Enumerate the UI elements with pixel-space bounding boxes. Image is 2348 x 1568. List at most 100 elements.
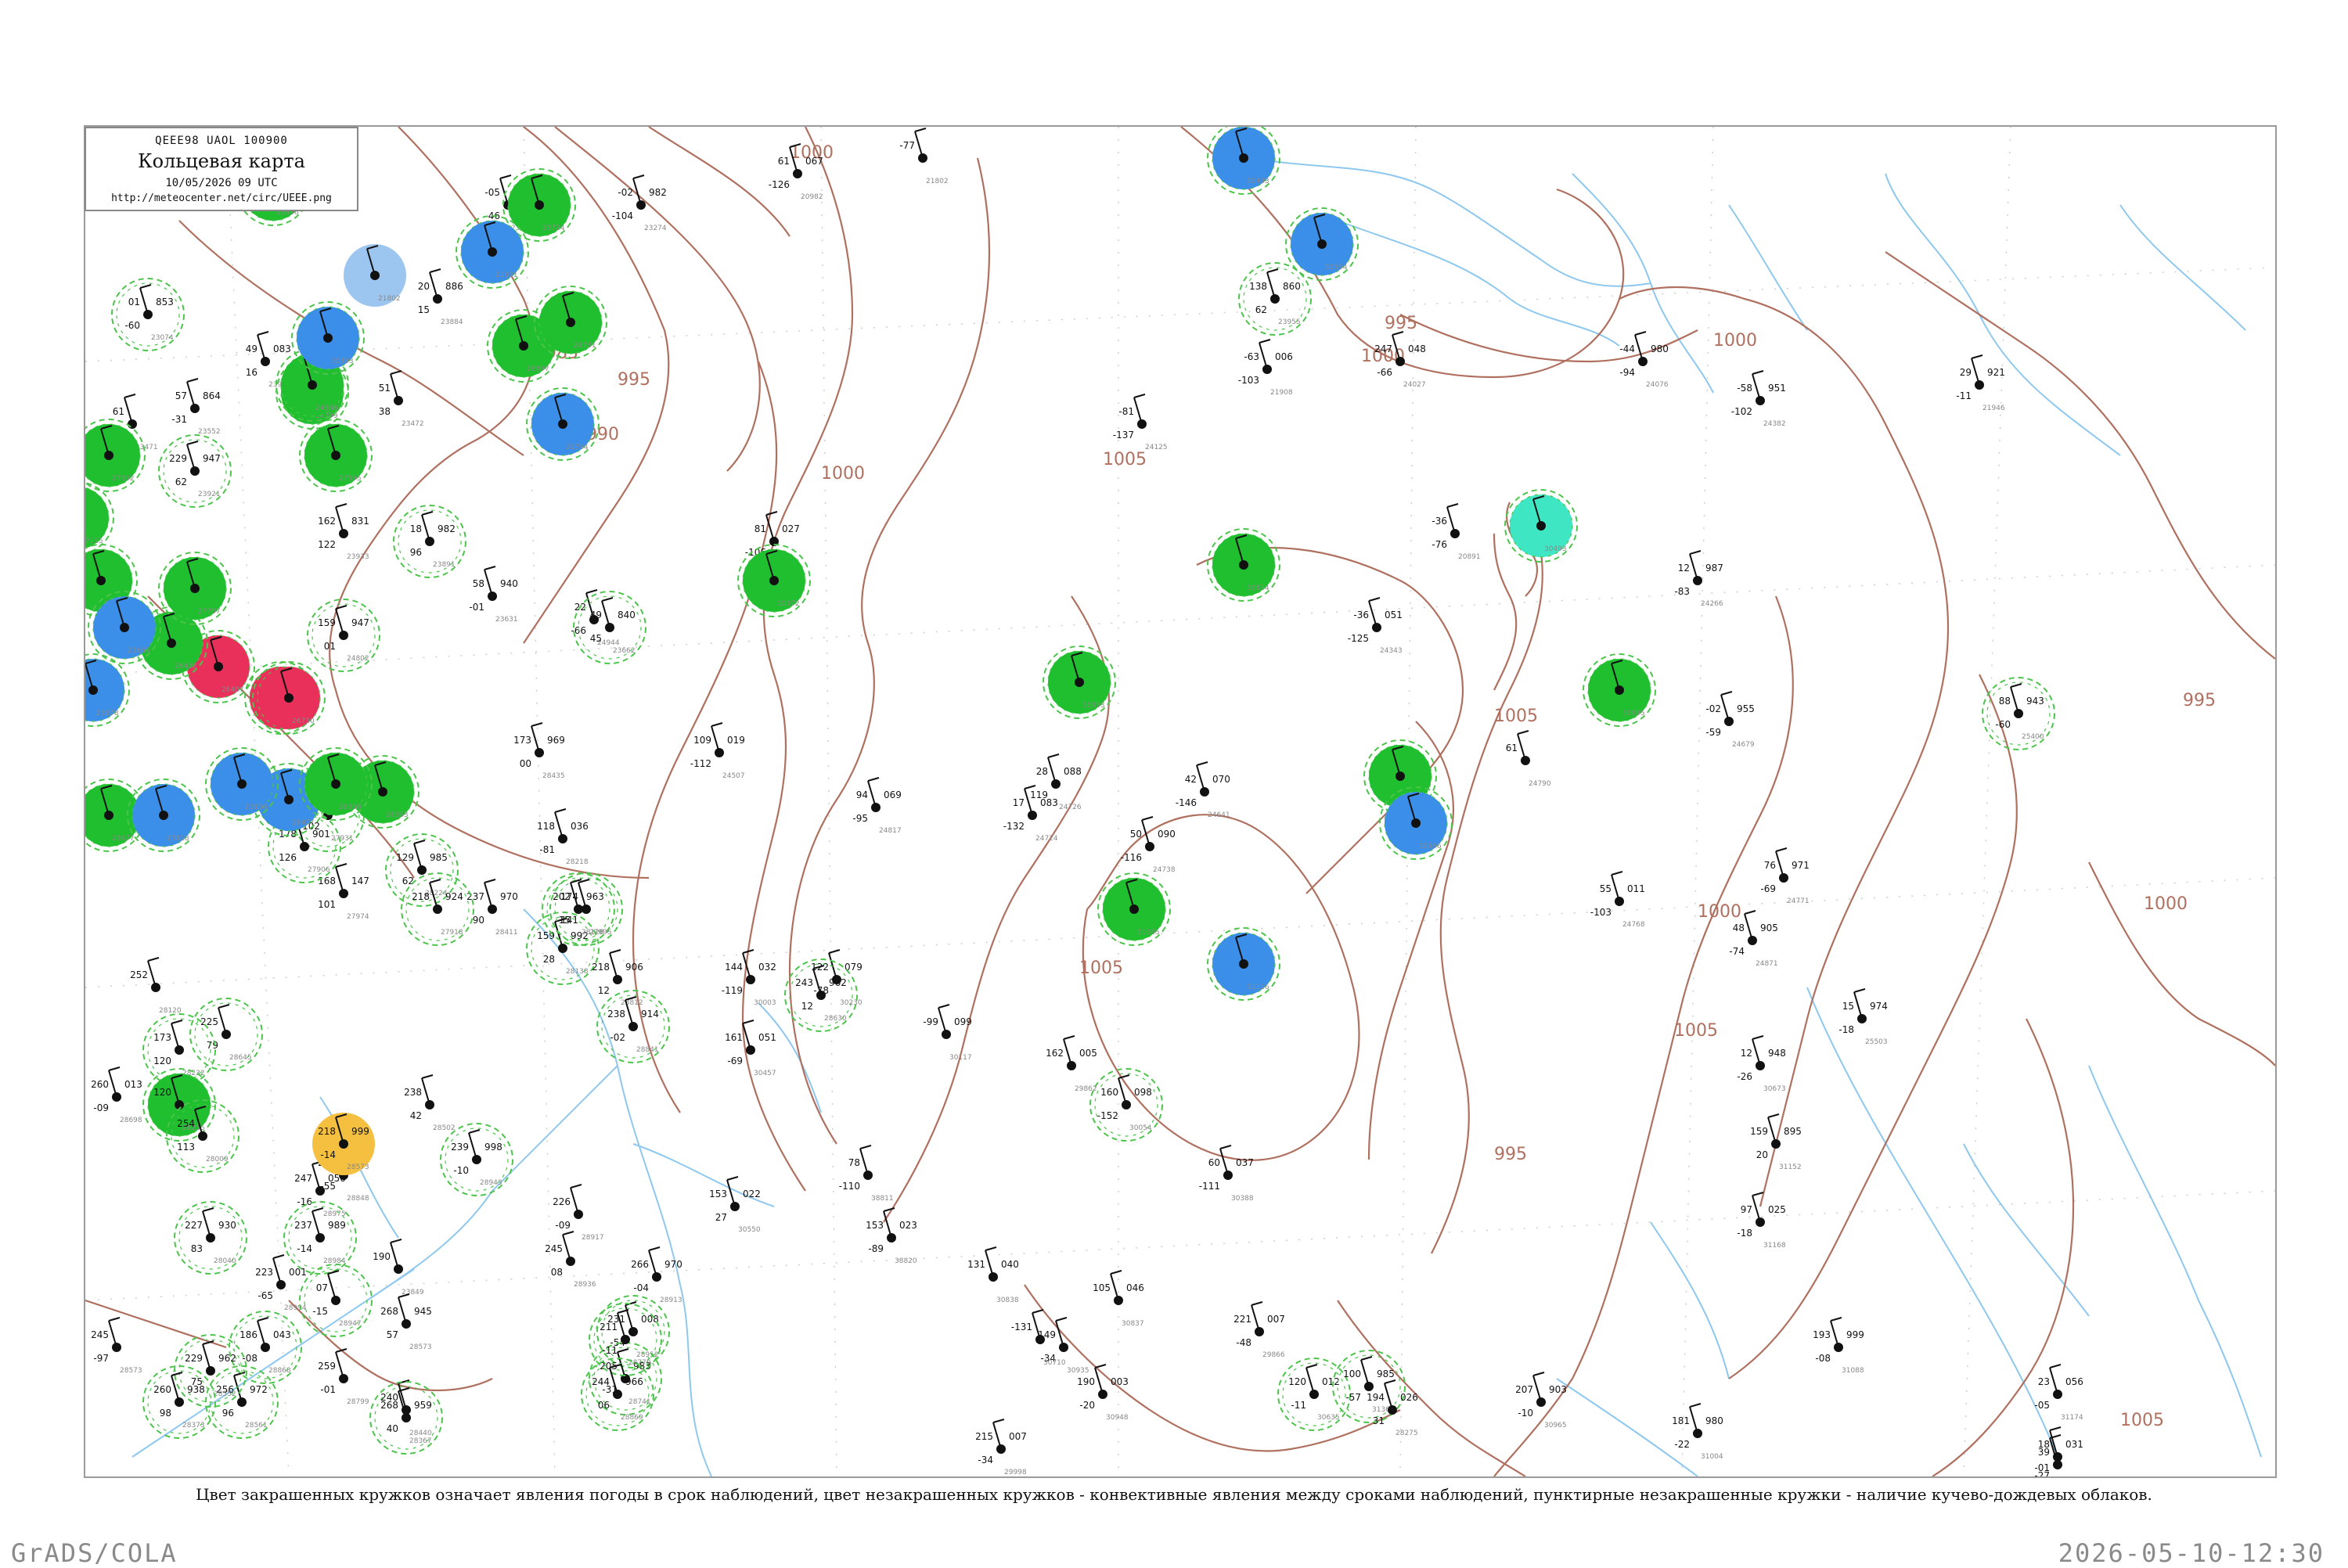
station-30054[interactable]: 160 -152 098 30054 xyxy=(1089,1068,1163,1142)
station-23472[interactable]: 51 38 23472 xyxy=(379,370,424,428)
station-29866[interactable]: 221 -48 007 29866 xyxy=(1233,1301,1285,1359)
legend-url[interactable]: http://meteocenter.net/circ/UEEE.png xyxy=(86,192,357,204)
station-31088[interactable]: 193 -08 999 31088 xyxy=(1813,1317,1864,1375)
station-27707[interactable]: 27707 xyxy=(158,552,232,625)
station-23891[interactable]: 18 96 982 23891 xyxy=(393,505,466,578)
station-23921[interactable]: 229 62 947 23921 xyxy=(158,434,232,508)
station-20744[interactable]: 20744 xyxy=(526,387,600,461)
station-38811[interactable]: 78 -110 38811 xyxy=(839,1145,894,1203)
station-30003[interactable]: 144 -119 032 30003 xyxy=(722,949,776,1007)
station-28552[interactable]: 2297596228552 xyxy=(174,1334,247,1408)
station-28645[interactable]: 225 79 28645 xyxy=(189,998,263,1071)
station-30710[interactable]: -131 30710 xyxy=(1011,1309,1066,1367)
station-31065[interactable]: 31065 xyxy=(1097,872,1171,946)
station-30814[interactable]: 30814 xyxy=(1207,528,1280,602)
station-21802[interactable]: -77 21802 xyxy=(899,128,949,185)
station-20891[interactable]: -36 -76 20891 xyxy=(1431,503,1481,561)
station-23665[interactable]: 23665 xyxy=(88,591,161,664)
station-28561[interactable]: 2569697228561 xyxy=(205,1365,279,1439)
station-24382[interactable]: -58 -102 951 24382 xyxy=(1731,370,1786,428)
station-31174[interactable]: 23 -05 056 31174 xyxy=(2034,1364,2083,1422)
station-30673[interactable]: 12 -26 948 30673 xyxy=(1737,1035,1786,1093)
station-23849[interactable]: 19023849 xyxy=(373,1239,424,1296)
station-30635[interactable]: 120 -11 012 30635 xyxy=(1277,1358,1351,1431)
station-28947[interactable]: 07 -15 28947 xyxy=(299,1264,373,1337)
station-30372[interactable]: 30372 xyxy=(737,544,811,617)
station-24768[interactable]: 55 -103 011 24768 xyxy=(1590,871,1645,929)
station-31152[interactable]: 159 20 895 31152 xyxy=(1750,1113,1802,1171)
station-23933[interactable]: 162 122 831 23933 xyxy=(318,503,369,561)
station-24266[interactable]: 12 -83 987 24266 xyxy=(1674,550,1723,608)
station-24679[interactable]: -02 -59 955 24679 xyxy=(1705,691,1755,749)
station-28573b[interactable]: 268 57 945 28573 xyxy=(380,1293,432,1351)
station-21802b[interactable]: 21802 xyxy=(344,244,406,307)
station-24817[interactable]: 94 -95 069 24817 xyxy=(852,777,902,835)
station-38820[interactable]: 153 -89 023 38820 xyxy=(866,1207,917,1265)
station-28502[interactable]: 238 42 28502 xyxy=(404,1074,456,1132)
station-28917[interactable]: 226 -09 28917 xyxy=(553,1184,604,1242)
station-28435[interactable]: 173 00 969 28435 xyxy=(513,722,565,780)
station-21921[interactable]: 21921 xyxy=(456,215,529,289)
station-30554[interactable]: 30554 xyxy=(1285,207,1359,281)
station-id: 30853 xyxy=(1082,702,1105,710)
station-24076[interactable]: -44 -94 980 24076 xyxy=(1619,331,1669,389)
station-24790[interactable]: 61 24790 xyxy=(1506,730,1551,788)
station-24507[interactable]: 109 -112 019 24507 xyxy=(690,722,745,780)
station-29862[interactable]: 162 005 29862 xyxy=(1046,1035,1097,1093)
station-27002[interactable]: 27002 xyxy=(85,419,146,492)
station-24641[interactable]: 42 -146 070 24641 xyxy=(1176,761,1230,819)
station-28573c[interactable]: 218 -14 999 28573 xyxy=(312,1113,375,1175)
station-23656[interactable]: 23656 xyxy=(205,747,279,821)
station-28373[interactable]: 260 98 938 28373 xyxy=(142,1365,216,1439)
station-28984[interactable]: 237 -14 989 28984 xyxy=(283,1201,357,1275)
station-23818[interactable]: 23818 xyxy=(127,779,200,852)
station-28698[interactable]: 260 -09 013 28698 xyxy=(91,1066,142,1124)
station-28367[interactable]: 268 40 959 28367 xyxy=(369,1381,443,1455)
station-28040[interactable]: 227 83 930 28040 xyxy=(174,1201,247,1275)
station-23552[interactable]: 57 -31 864 23552 xyxy=(171,378,221,436)
station-28573[interactable]: 245 -97 28573 xyxy=(91,1317,142,1375)
station-30493[interactable]: 30493 xyxy=(1504,489,1578,563)
station-30946[interactable]: 30946 xyxy=(1379,786,1453,860)
station-27918[interactable]: 218 924 27918 xyxy=(401,872,474,946)
station-23274[interactable]: -02 -104 982 23274 xyxy=(612,174,667,232)
station-29998[interactable]: 215 -34 007 29998 xyxy=(975,1419,1027,1476)
station-21946[interactable]: 29 -11 921 21946 xyxy=(1956,354,2005,412)
station-28411[interactable]: 2379097028411 xyxy=(466,879,518,937)
station-26781[interactable]: 26781 xyxy=(534,286,607,359)
station-21908[interactable]: -63 -103 006 21908 xyxy=(1238,339,1293,397)
station-24738[interactable]: 50 -116 090 24738 xyxy=(1121,816,1176,874)
station-30117[interactable]: -99 099 30117 xyxy=(923,1004,972,1062)
station-25503[interactable]: 15 -18 974 25503 xyxy=(1838,988,1888,1046)
station-28943[interactable]: 239 -10 998 28943 xyxy=(440,1123,513,1196)
station-25400[interactable]: 88 -60 943 25400 xyxy=(1982,677,2055,750)
station-30433[interactable]: 30433 xyxy=(1207,127,1280,195)
station-30457[interactable]: 161 -69 051 30457 xyxy=(725,1020,776,1077)
station-30853[interactable]: 30853 xyxy=(1043,646,1116,719)
station-23884[interactable]: 20 15 886 23884 xyxy=(418,268,463,326)
station-24802[interactable]: 159 01 947 24802 xyxy=(307,599,380,672)
station-28120[interactable]: 252 28120 xyxy=(130,957,182,1015)
station-30838[interactable]: 131 040 30838 xyxy=(967,1246,1019,1304)
station-24125[interactable]: -81 -137 24125 xyxy=(1113,394,1168,451)
station-27115[interactable]: 27115 xyxy=(85,482,114,554)
station-28218[interactable]: 118 -81 036 28218 xyxy=(537,808,589,866)
station-30695[interactable]: 30695 xyxy=(1583,653,1656,727)
station-24771[interactable]: 76 -69 971 24771 xyxy=(1760,847,1810,905)
station-23678[interactable]: 23678 xyxy=(85,653,130,727)
station-23631[interactable]: 58 -01 940 23631 xyxy=(469,566,518,624)
station-30388[interactable]: 60 -111 037 30388 xyxy=(1199,1145,1254,1203)
station-27595[interactable]: 27595 xyxy=(299,419,373,492)
station-31116[interactable]: 31116 xyxy=(1207,927,1280,1001)
station-23074[interactable]: 01 -60 853 23074 xyxy=(111,278,185,351)
station-26730[interactable]: 26730 xyxy=(252,661,326,735)
station-30393[interactable]: 30393 xyxy=(291,301,365,375)
station-31004[interactable]: 181 -22 980 31004 xyxy=(1672,1403,1723,1461)
station-28770[interactable]: 211-1128770 xyxy=(589,1303,662,1376)
station-26559[interactable]: 26559 xyxy=(299,747,373,821)
station-28868[interactable]: 186 -08 043 28868 xyxy=(229,1311,302,1384)
station-28799[interactable]: 259 -01 28799 xyxy=(318,1348,369,1406)
station-30550[interactable]: 153 27 022 30550 xyxy=(709,1176,761,1234)
station-28913[interactable]: 266 -04 970 28913 xyxy=(631,1246,682,1304)
station-24343[interactable]: -36 -125 051 24343 xyxy=(1348,597,1403,655)
